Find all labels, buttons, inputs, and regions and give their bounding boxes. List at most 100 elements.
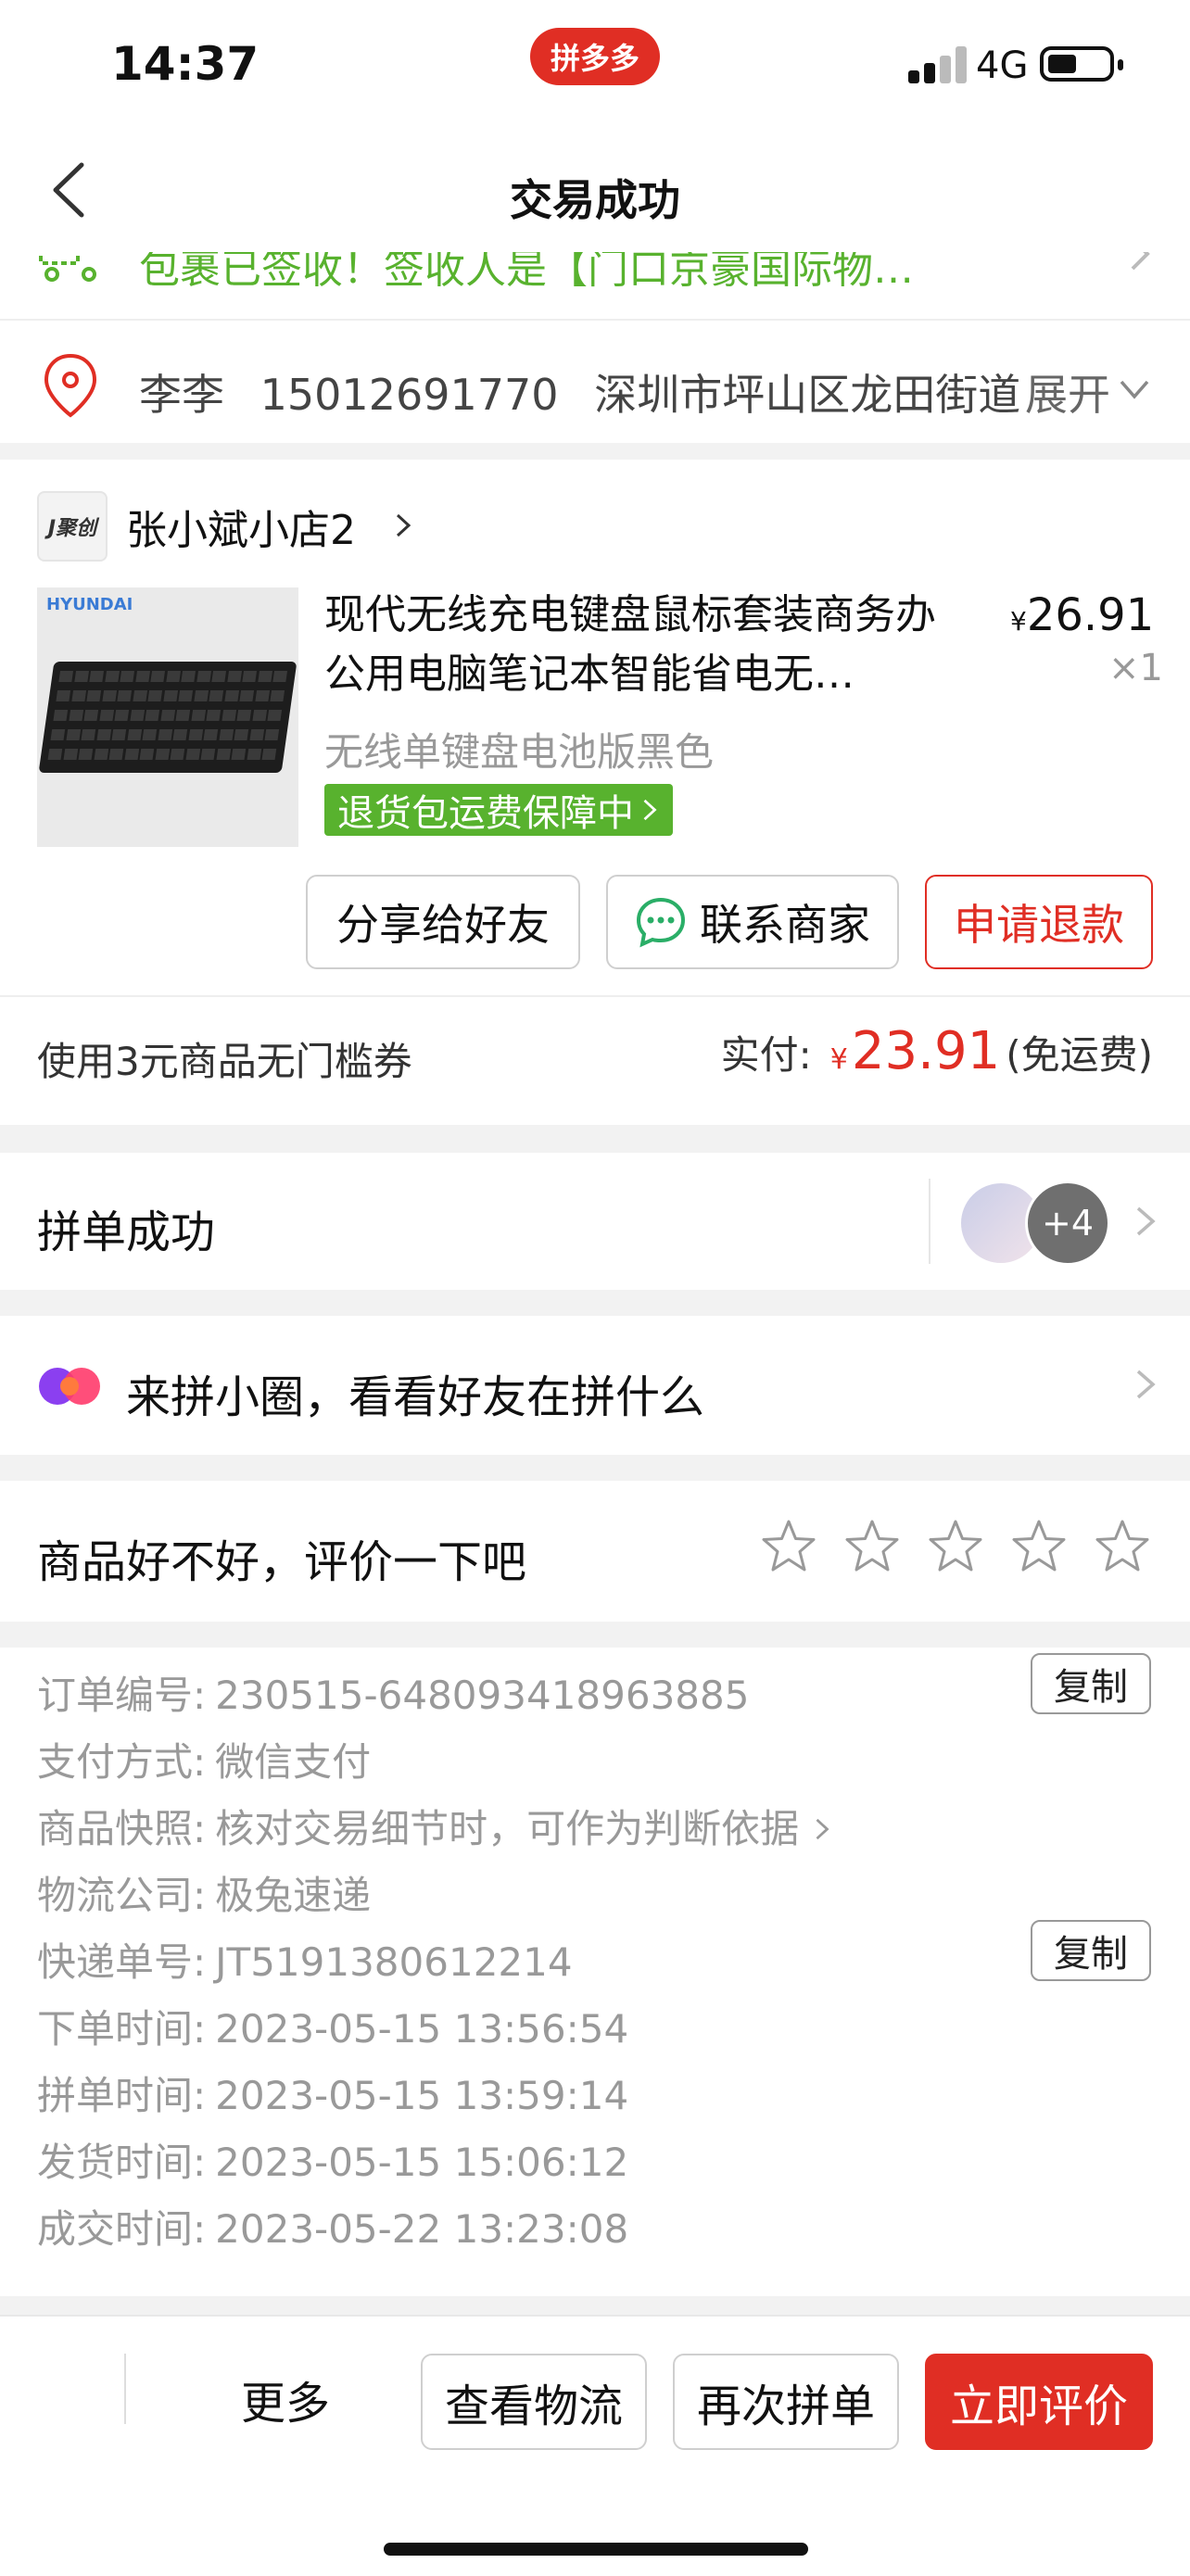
recipient-phone: 15012691770	[260, 370, 559, 420]
refund-button[interactable]: 申请退款	[925, 875, 1153, 969]
star-2-icon[interactable]	[843, 1518, 901, 1575]
refund-label: 申请退款	[954, 900, 1124, 950]
copy-button[interactable]: 复制	[1031, 1653, 1151, 1714]
recipient-name: 李李	[139, 370, 224, 420]
friend-circle-label: 来拼小圈，看看好友在拼什么	[126, 1371, 705, 1423]
rate-row: 商品好不好，评价一下吧	[0, 1481, 1190, 1622]
guarantee-badge[interactable]: 退货包运费保障中	[324, 784, 673, 836]
address-text: 李李 15012691770 深圳市坪山区龙田街道	[139, 361, 1019, 423]
order-info-key: 支付方式:	[37, 1739, 207, 1785]
divider	[124, 2354, 126, 2424]
chevron-down-icon[interactable]	[1118, 373, 1151, 406]
friend-circle-row[interactable]: 来拼小圈，看看好友在拼什么	[0, 1316, 1190, 1455]
status-time: 14:37	[111, 37, 260, 91]
order-info-row[interactable]: 商品快照: 核对交易细节时，可作为判断依据	[37, 1798, 832, 1854]
order-info-row: 发货时间: 2023-05-15 15:06:12	[37, 2131, 628, 2188]
order-info-value: 极兔速递	[215, 1873, 372, 1918]
network-label: 4G	[976, 44, 1029, 87]
divider	[0, 995, 1190, 997]
star-5-icon[interactable]	[1094, 1518, 1151, 1575]
app-badge: 拼多多	[530, 28, 660, 85]
star-4-icon[interactable]	[1010, 1518, 1068, 1575]
order-info-row: 拼单时间: 2023-05-15 13:59:14	[37, 2065, 628, 2121]
paid-summary: 实付: ¥ 23.91 (免运费)	[721, 1021, 1153, 1081]
order-info-row: 订单编号: 230515-648093418963885	[37, 1664, 749, 1721]
bottom-action-bar: 更多 查看物流 再次拼单 立即评价	[0, 2315, 1190, 2576]
order-info-row: 成交时间: 2023-05-22 13:23:08	[37, 2198, 628, 2254]
order-info-key: 物流公司:	[37, 1873, 207, 1918]
order-info-key: 拼单时间:	[37, 2073, 207, 2118]
order-info-value: 微信支付	[215, 1739, 372, 1785]
order-goods-card: J聚创 张小斌小店2 HYUNDAI 现代无线充电键盘鼠标套装商务办公用电脑笔记…	[0, 460, 1190, 1125]
view-logistics-label: 查看物流	[444, 2380, 623, 2432]
group-success-row[interactable]: 拼单成功 +4	[0, 1153, 1190, 1290]
product-spec: 无线单键盘电池版黑色	[324, 729, 715, 775]
address-row[interactable]: 李李 15012691770 深圳市坪山区龙田街道 展开	[0, 319, 1190, 443]
rebuy-label: 再次拼单	[696, 2380, 875, 2432]
star-rating[interactable]	[760, 1518, 1151, 1575]
order-info-row: 快递单号: JT5191380612214	[37, 1931, 573, 1988]
review-label: 立即评价	[949, 2380, 1128, 2432]
order-info-value: 2023-05-15 13:56:54	[215, 2006, 629, 2052]
page-title: 交易成功	[510, 175, 680, 225]
more-members-badge: +4	[1025, 1181, 1110, 1266]
order-info-key: 下单时间:	[37, 2006, 207, 2052]
star-1-icon[interactable]	[760, 1518, 817, 1575]
signal-icon	[908, 43, 969, 83]
order-info-key: 成交时间:	[37, 2206, 207, 2252]
order-info-key: 商品快照:	[37, 1806, 207, 1851]
logistics-status-text: 包裹已签收！签收人是【门口京豪国际物…	[139, 252, 914, 293]
back-arrow-icon[interactable]	[44, 158, 100, 222]
contact-seller-button[interactable]: 联系商家	[606, 875, 899, 969]
star-3-icon[interactable]	[927, 1518, 984, 1575]
paid-symbol: ¥	[829, 1043, 848, 1076]
order-info-value: JT5191380612214	[215, 1939, 573, 1985]
coupon-text: 使用3元商品无门槛券	[37, 1039, 412, 1084]
product-price: ¥26.91	[1010, 589, 1154, 641]
price-value: 26.91	[1026, 589, 1155, 641]
order-info-row: 下单时间: 2023-05-15 13:56:54	[37, 1998, 628, 2054]
chat-bubble-icon	[636, 897, 686, 948]
recipient-address: 深圳市坪山区龙田街道	[594, 370, 1019, 420]
chevron-right-icon[interactable]	[389, 511, 417, 539]
order-info-value: 230515-648093418963885	[215, 1673, 750, 1718]
share-label: 分享给好友	[336, 900, 550, 950]
product-title[interactable]: 现代无线充电键盘鼠标套装商务办公用电脑笔记本智能省电无…	[324, 586, 964, 704]
product-brand-tag: HYUNDAI	[46, 595, 133, 614]
truck-icon	[39, 252, 96, 282]
divider	[929, 1179, 930, 1264]
more-button[interactable]: 更多	[241, 2367, 330, 2431]
guarantee-label: 退货包运费保障中	[337, 792, 634, 835]
price-symbol: ¥	[1010, 606, 1027, 637]
chevron-right-icon	[1136, 1370, 1156, 1399]
shop-logo[interactable]: J聚创	[37, 491, 108, 562]
nav-bar: 交易成功	[0, 130, 1190, 252]
expand-address-button[interactable]: 展开	[1019, 361, 1110, 423]
share-button[interactable]: 分享给好友	[306, 875, 580, 969]
order-info-row: 支付方式: 微信支付	[37, 1731, 371, 1787]
paid-amount: 23.91	[851, 1021, 1001, 1081]
rate-prompt: 商品好不好，评价一下吧	[37, 1536, 527, 1588]
shop-name[interactable]: 张小斌小店2	[126, 497, 356, 556]
order-info-value: 2023-05-15 13:59:14	[215, 2073, 629, 2118]
rebuy-button[interactable]: 再次拼单	[673, 2354, 899, 2450]
home-indicator[interactable]	[384, 2543, 808, 2556]
group-success-label: 拼单成功	[37, 1206, 216, 1258]
view-logistics-button[interactable]: 查看物流	[421, 2354, 647, 2450]
product-thumbnail[interactable]: HYUNDAI	[37, 587, 298, 847]
order-info-key: 订单编号:	[37, 1673, 207, 1718]
order-info-row: 物流公司: 极兔速递	[37, 1864, 371, 1921]
chevron-right-icon	[816, 1818, 829, 1840]
status-bar: 14:37 拼多多 4G	[0, 0, 1190, 130]
order-info-key: 快递单号:	[37, 1939, 207, 1985]
keyboard-image	[38, 662, 298, 773]
order-info-key: 发货时间:	[37, 2140, 207, 2185]
order-info-section: 订单编号: 230515-648093418963885 复制 支付方式: 微信支付 商品…	[0, 1648, 1190, 2296]
paid-label: 实付:	[720, 1032, 812, 1078]
order-info-value: 2023-05-15 15:06:12	[215, 2140, 629, 2185]
battery-icon	[1040, 46, 1123, 82]
location-pin-icon	[44, 353, 97, 418]
copy-button[interactable]: 复制	[1031, 1920, 1151, 1981]
review-button[interactable]: 立即评价	[925, 2354, 1153, 2450]
logistics-row[interactable]: 包裹已签收！签收人是【门口京豪国际物…	[0, 252, 1190, 319]
